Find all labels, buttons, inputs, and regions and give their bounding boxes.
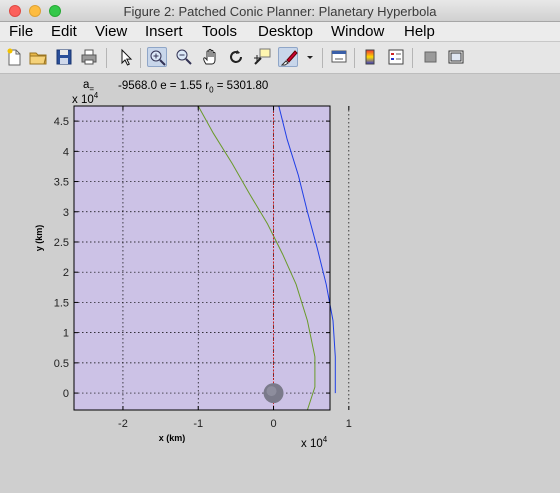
save-icon[interactable] — [54, 47, 74, 67]
menu-tools[interactable]: Tools — [202, 23, 237, 40]
toolbar-separator — [354, 48, 355, 68]
x-tick-label: 1 — [346, 418, 352, 430]
y-scale-exp: 4 — [93, 91, 99, 100]
annotation-orbit-params: -9568.0 e = 1.55 r0 = 5301.80 — [118, 80, 268, 94]
rotate-3d-icon[interactable] — [226, 47, 246, 67]
menu-help[interactable]: Help — [404, 23, 435, 40]
figure-area: -2 -1 0 1 0 0.5 1 1.5 2 2.5 3 3.5 4 4.5 x (km) y (km) a… — [0, 74, 560, 493]
annotation-text-mid: -9568.0 e = 1.55 r — [118, 80, 210, 92]
open-folder-icon[interactable] — [28, 47, 48, 67]
y-axis-scale-factor: x 104 — [72, 91, 98, 106]
new-file-icon[interactable] — [4, 47, 24, 67]
x-tick-label: 0 — [270, 418, 276, 430]
data-cursor-icon[interactable] — [252, 47, 272, 67]
menu-insert[interactable]: Insert — [145, 23, 183, 40]
y-tick-label: 1 — [63, 328, 69, 340]
y-tick-label: 4.5 — [54, 116, 69, 128]
show-plot-tools-icon[interactable] — [446, 47, 466, 67]
y-axis-label: y (km) — [34, 225, 44, 252]
y-tick-label: 2.5 — [54, 237, 69, 249]
chevron-down-icon[interactable] — [300, 47, 320, 67]
toolbar-separator — [412, 48, 413, 68]
menu-desktop[interactable]: Desktop — [258, 23, 313, 40]
y-tick-label: 3.5 — [54, 177, 69, 189]
zoom-out-icon[interactable] — [174, 47, 194, 67]
link-plot-icon[interactable] — [329, 47, 349, 67]
x-axis-scale-factor: x 104 — [301, 435, 327, 450]
x-scale-text: x 10 — [301, 437, 323, 450]
y-tick-label: 3 — [63, 207, 69, 219]
x-tick-label: -1 — [193, 418, 203, 430]
menu-window[interactable]: Window — [331, 23, 384, 40]
toolbar-separator — [140, 48, 141, 68]
menu-bar: File Edit View Insert Tools Desktop Wind… — [0, 22, 560, 42]
x-scale-exp: 4 — [322, 435, 328, 444]
x-axis-label: x (km) — [159, 433, 186, 443]
print-icon[interactable] — [79, 47, 99, 67]
window-title: Figure 2: Patched Conic Planner: Planeta… — [123, 4, 437, 19]
menu-view[interactable]: View — [95, 23, 127, 40]
toolbar-separator — [106, 48, 107, 68]
hide-plot-tools-icon[interactable] — [421, 47, 441, 67]
y-tick-label: 4 — [63, 146, 69, 158]
colorbar-icon[interactable] — [360, 47, 380, 67]
planet-shading — [266, 386, 277, 397]
zoom-in-icon[interactable] — [147, 47, 167, 67]
y-tick-label: 0 — [63, 388, 69, 400]
legend-icon[interactable] — [386, 47, 406, 67]
pointer-icon[interactable] — [116, 47, 136, 67]
y-tick-label: 1.5 — [54, 297, 69, 309]
y-tick-label: 2 — [63, 267, 69, 279]
menu-file[interactable]: File — [9, 23, 33, 40]
pan-hand-icon[interactable] — [200, 47, 220, 67]
y-scale-text: x 10 — [72, 93, 94, 106]
annotation-text-end: = 5301.80 — [213, 80, 269, 92]
x-tick-label: -2 — [118, 418, 128, 430]
y-tick-label: 0.5 — [54, 358, 69, 370]
trajectory-plot[interactable]: -2 -1 0 1 0 0.5 1 1.5 2 2.5 3 3.5 4 4.5 x (km) y (km) — [0, 74, 560, 493]
toolbar — [0, 42, 560, 74]
menu-edit[interactable]: Edit — [51, 23, 77, 40]
brush-icon[interactable] — [278, 47, 298, 67]
toolbar-separator — [322, 48, 323, 68]
title-bar: Figure 2: Patched Conic Planner: Planeta… — [0, 0, 560, 22]
